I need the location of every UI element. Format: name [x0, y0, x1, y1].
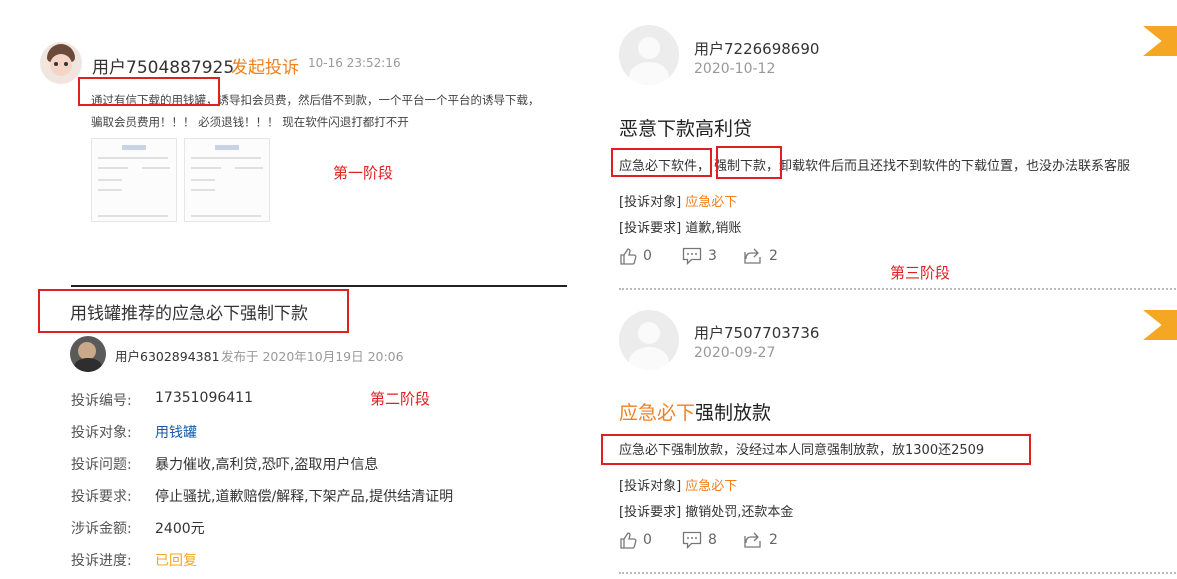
stage-three-annotation: 第三阶段: [890, 264, 951, 282]
thumbs-up-icon: [620, 532, 637, 549]
field-value-progress: 已回复: [155, 553, 197, 569]
share-count: 2: [769, 248, 778, 264]
post-title[interactable]: 恶意下款高利贷: [619, 114, 752, 141]
share-button[interactable]: 2: [743, 247, 778, 265]
post-date: 2020-10-12: [694, 61, 776, 77]
section-divider: [71, 285, 567, 287]
start-complaint-link[interactable]: 发起投诉: [231, 53, 299, 78]
publish-time: 发布于 2020年10月19日 20:06: [221, 349, 404, 364]
share-button[interactable]: 2: [743, 531, 778, 549]
share-icon: [744, 532, 761, 548]
comment-count: 3: [708, 248, 717, 264]
attachment-thumbnail-1[interactable]: [91, 138, 177, 222]
like-button[interactable]: 0: [619, 247, 652, 265]
field-value-target[interactable]: 用钱罐: [155, 422, 197, 442]
post-text-rest: 卸载软件后而且还找不到软件的下载位置，也没办法联系客服: [779, 159, 1131, 174]
demand-label: [投诉要求]: [619, 505, 682, 520]
thumbs-up-icon: [620, 248, 637, 265]
demand-row: [投诉要求] 道歉,销账: [619, 217, 741, 236]
comment-button[interactable]: 8: [682, 531, 717, 549]
target-value[interactable]: 应急必下: [685, 195, 737, 210]
post-date: 2020-09-27: [694, 345, 776, 361]
field-label-target: 投诉对象:: [71, 425, 132, 441]
field-value-demand: 停止骚扰,道歉赔偿/解释,下架产品,提供结清证明: [155, 489, 454, 505]
field-label-issue: 投诉问题:: [71, 457, 132, 473]
post-divider: [619, 572, 1176, 574]
demand-value: 道歉,销账: [685, 221, 742, 236]
share-count: 2: [769, 532, 778, 548]
attachment-thumbnail-2[interactable]: [184, 138, 270, 222]
field-value-id: 17351096411: [155, 390, 253, 406]
complaint-text-rest: ，诱导扣会员费，然后借不到款，一个平台一个平台的诱导下载，: [206, 93, 540, 107]
highlight-box: [716, 146, 782, 179]
share-icon: [744, 248, 761, 264]
comment-count: 8: [708, 532, 717, 548]
stage-one-annotation: 第一阶段: [333, 164, 394, 182]
complainant-username[interactable]: 用户7504887925: [92, 53, 234, 78]
stage-two-annotation: 第二阶段: [370, 390, 431, 408]
target-row: [投诉对象] 应急必下: [619, 191, 737, 210]
post-username[interactable]: 用户7507703736: [694, 322, 819, 343]
target-row: [投诉对象] 应急必下: [619, 475, 737, 494]
highlight-box: [78, 77, 220, 106]
title-highlight-box: [38, 289, 349, 333]
post-divider: [619, 288, 1176, 290]
flag-icon: [1143, 26, 1177, 56]
field-label-amount: 涉诉金额:: [71, 521, 132, 537]
like-count: 0: [643, 248, 652, 264]
field-value-amount: 2400元: [155, 521, 205, 537]
demand-label: [投诉要求]: [619, 221, 682, 236]
comment-icon: [682, 247, 702, 265]
field-value-issue: 暴力催收,高利贷,恐吓,盗取用户信息: [155, 457, 379, 473]
post-title-rest: 强制放款: [695, 402, 772, 424]
highlight-box: [611, 148, 712, 177]
comment-icon: [682, 531, 702, 549]
comment-button[interactable]: 3: [682, 247, 717, 265]
field-label-demand: 投诉要求:: [71, 489, 132, 505]
flag-icon: [1143, 310, 1177, 340]
field-label-id: 投诉编号:: [71, 393, 132, 409]
like-count: 0: [643, 532, 652, 548]
demand-value: 撤销处罚,还款本金: [685, 505, 794, 520]
like-button[interactable]: 0: [619, 531, 652, 549]
post-title[interactable]: 应急必下强制放款: [619, 398, 771, 425]
target-label: [投诉对象]: [619, 195, 682, 210]
complaint-text-line2: 骗取会员费用！！！ 必须退钱！！！ 现在软件闪退打都打不开: [91, 115, 409, 129]
highlight-box: [601, 434, 1031, 465]
demand-row: [投诉要求] 撤销处罚,还款本金: [619, 501, 793, 520]
target-value[interactable]: 应急必下: [685, 479, 737, 494]
field-label-progress: 投诉进度:: [71, 553, 132, 569]
author-username[interactable]: 用户6302894381: [115, 346, 220, 365]
post-time: 10-16 23:52:16: [308, 56, 401, 70]
target-label: [投诉对象]: [619, 479, 682, 494]
avatar[interactable]: [70, 336, 106, 372]
avatar-icon[interactable]: [619, 25, 679, 85]
avatar[interactable]: [40, 42, 82, 84]
avatar-icon[interactable]: [619, 310, 679, 370]
post-title-highlight: 应急必下: [619, 402, 696, 424]
post-username[interactable]: 用户7226698690: [694, 38, 819, 59]
